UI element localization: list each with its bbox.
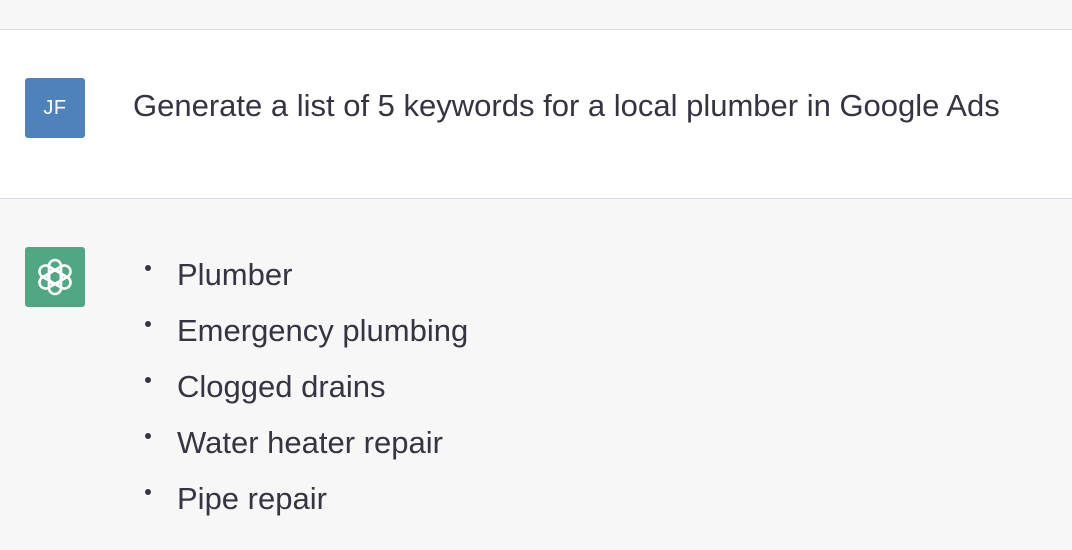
bullet-icon [145, 377, 151, 383]
user-message-row: JF Generate a list of 5 keywords for a l… [0, 30, 1072, 199]
bullet-icon [145, 489, 151, 495]
user-message-text: Generate a list of 5 keywords for a loca… [133, 88, 1000, 123]
bullet-icon [145, 321, 151, 327]
keyword-text: Pipe repair [177, 481, 327, 516]
keyword-text: Emergency plumbing [177, 313, 469, 348]
keyword-text: Clogged drains [177, 369, 386, 404]
bullet-icon [145, 433, 151, 439]
assistant-message-row: Plumber Emergency plumbing Clogged drain… [0, 199, 1072, 550]
openai-logo-icon [38, 258, 72, 296]
keyword-text: Plumber [177, 257, 293, 292]
bullet-icon [145, 265, 151, 271]
user-avatar: JF [25, 78, 85, 138]
keyword-text: Water heater repair [177, 425, 443, 460]
previous-message-strip [0, 0, 1072, 30]
assistant-avatar [25, 247, 85, 307]
user-avatar-initials: JF [43, 96, 67, 119]
